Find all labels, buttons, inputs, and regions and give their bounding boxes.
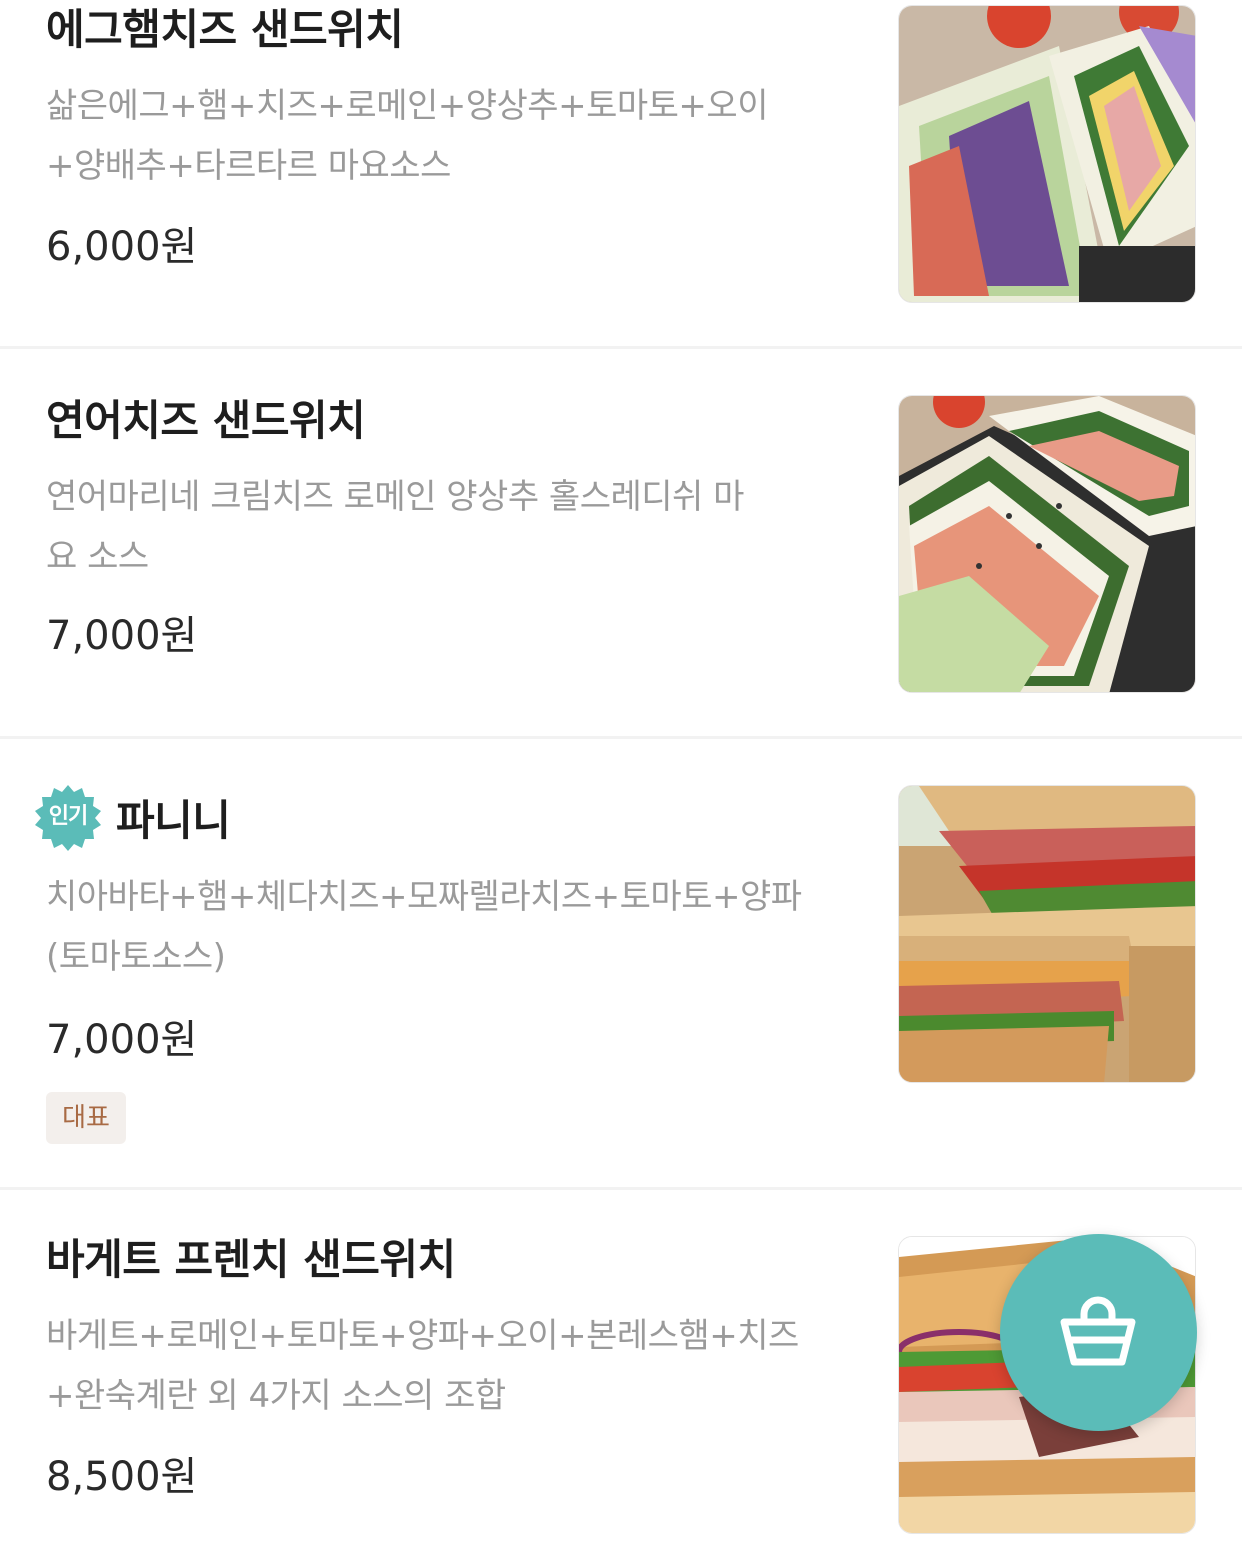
item-price: 7,000원 [46, 1017, 198, 1063]
item-name: 에그햄치즈 샌드위치 [46, 5, 404, 54]
shopping-basket-icon [1060, 1296, 1136, 1366]
cart-button[interactable] [1000, 1234, 1197, 1431]
sandwich-photo-icon [899, 396, 1195, 692]
item-name: 바게트 프렌치 샌드위치 [46, 1235, 456, 1284]
item-name: 연어치즈 샌드위치 [46, 396, 366, 445]
item-description-line: 바게트+로메인+토마토+양파+오이+본레스햄+치즈 [46, 1316, 799, 1356]
item-description-line: 삶은에그+햄+치즈+로메인+양상추+토마토+오이 [46, 86, 768, 126]
item-description-line: 요 소스 [46, 537, 149, 577]
item-description-line: +양배추+타르타르 마요소스 [46, 146, 451, 186]
item-price: 8,500원 [46, 1454, 198, 1500]
item-description-line: 연어마리네 크림치즈 로메인 양상추 홀스레디쉬 마 [46, 477, 744, 517]
item-description-line: 치아바타+햄+체다치즈+모짜렐라치즈+토마토+양파 [46, 877, 802, 917]
popular-badge: 인기 [34, 784, 102, 852]
item-description-line: +완숙계란 외 4가지 소스의 조합 [46, 1376, 506, 1416]
item-price: 6,000원 [46, 224, 198, 270]
item-name: 파니니 [116, 796, 231, 845]
item-description: 삶은에그+햄+치즈+로메인+양상추+토마토+오이 +양배추+타르타르 마요소스 [46, 76, 866, 196]
popular-badge-label: 인기 [48, 804, 88, 829]
item-description-line: (토마토소스) [46, 937, 226, 977]
menu-item-egg-ham-cheese[interactable]: 에그햄치즈 샌드위치 삶은에그+햄+치즈+로메인+양상추+토마토+오이 +양배추… [0, 0, 1242, 346]
signature-tag: 대표 [46, 1092, 126, 1144]
menu-item-panini[interactable]: 파니니 치아바타+햄+체다치즈+모짜렐라치즈+토마토+양파 (토마토소스) 7,… [0, 739, 1242, 1187]
item-description: 바게트+로메인+토마토+양파+오이+본레스햄+치즈 +완숙계란 외 4가지 소스… [46, 1306, 866, 1426]
item-thumbnail[interactable] [898, 395, 1196, 693]
item-description: 연어마리네 크림치즈 로메인 양상추 홀스레디쉬 마 요 소스 [46, 467, 866, 587]
sandwich-photo-icon [899, 6, 1195, 302]
item-thumbnail[interactable] [898, 5, 1196, 303]
item-price: 7,000원 [46, 613, 198, 659]
menu-item-salmon-cheese[interactable]: 연어치즈 샌드위치 연어마리네 크림치즈 로메인 양상추 홀스레디쉬 마 요 소… [0, 349, 1242, 736]
item-thumbnail[interactable] [898, 785, 1196, 1083]
item-description: 치아바타+햄+체다치즈+모짜렐라치즈+토마토+양파 (토마토소스) [46, 867, 866, 987]
menu-list: 에그햄치즈 샌드위치 삶은에그+햄+치즈+로메인+양상추+토마토+오이 +양배추… [0, 0, 1242, 1542]
panini-photo-icon [899, 786, 1195, 1082]
